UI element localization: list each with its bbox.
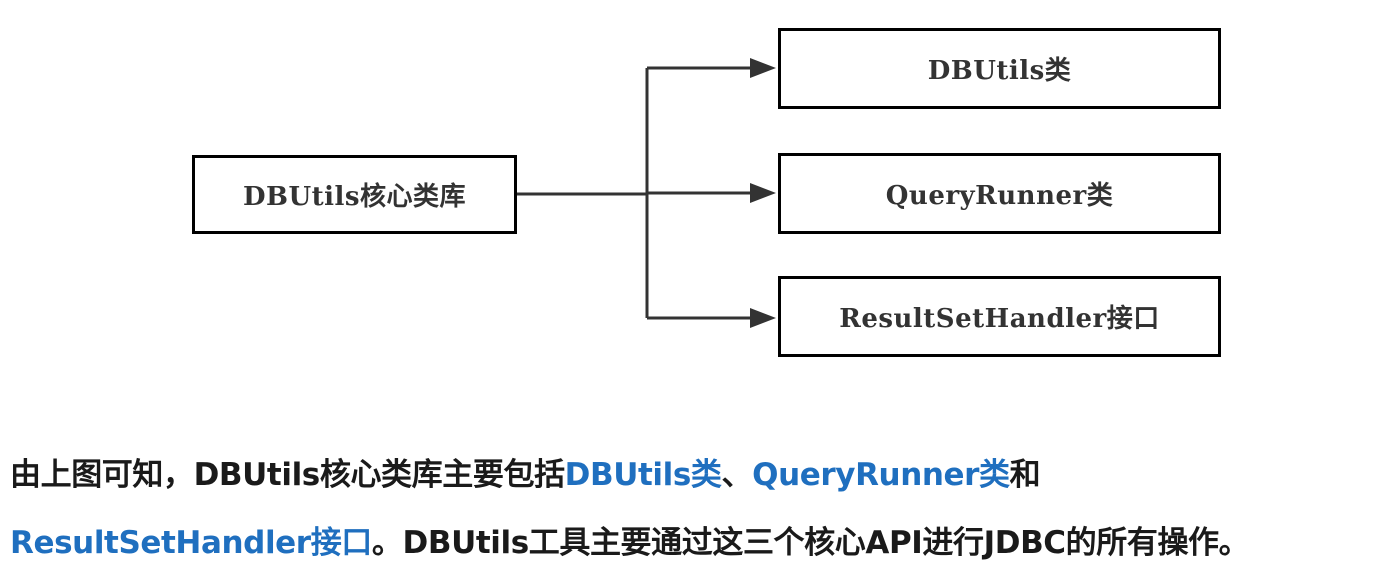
arrowhead-queryrunner bbox=[750, 183, 776, 203]
caption-highlight-dbutils: DBUtils类 bbox=[564, 457, 722, 493]
caption-highlight-queryrunner: QueryRunner类 bbox=[752, 457, 1010, 493]
caption-text: 。DBUtils工具主要通过这三个核心API进行JDBC的所有操作。 bbox=[371, 525, 1250, 561]
node-dbutils-class: DBUtils类 bbox=[778, 28, 1221, 109]
node-dbutils-core-library: DBUtils核心类库 bbox=[192, 155, 517, 234]
caption-line-2: ResultSetHandler接口。DBUtils工具主要通过这三个核心API… bbox=[10, 517, 1395, 562]
caption-text: 、 bbox=[721, 457, 753, 493]
node-queryrunner-class: QueryRunner类 bbox=[778, 153, 1221, 234]
caption-highlight-resultsethandler: ResultSetHandler接口 bbox=[10, 525, 372, 561]
node-resultsethandler-interface: ResultSetHandler接口 bbox=[778, 276, 1221, 357]
arrowhead-dbutils bbox=[750, 58, 776, 78]
caption-text: 和 bbox=[1009, 457, 1041, 493]
caption-line-1: 由上图可知，DBUtils核心类库主要包括DBUtils类、QueryRunne… bbox=[10, 449, 1395, 494]
arrowhead-resultsethandler bbox=[750, 308, 776, 328]
caption-text: 由上图可知，DBUtils核心类库主要包括 bbox=[10, 457, 565, 493]
